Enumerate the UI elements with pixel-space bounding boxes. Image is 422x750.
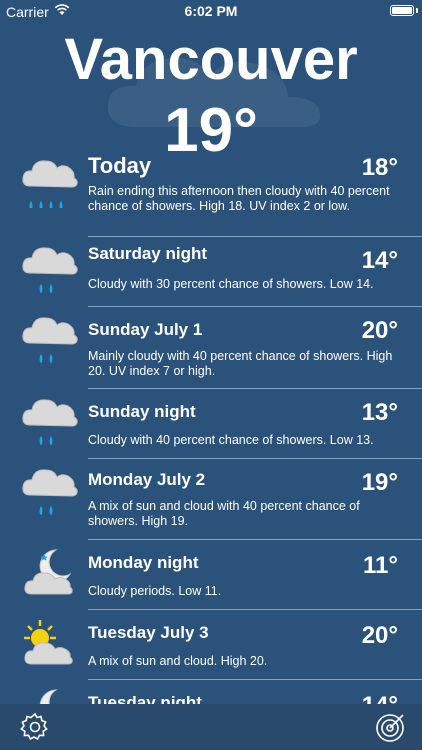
battery-tip [416,8,418,13]
forecast-temperature: 14° [361,247,398,274]
battery-icon [390,5,414,16]
forecast-row-sunday-july-1: Sunday July 1 20° Mainly cloudy with 40 … [22,307,422,389]
forecast-description: Mainly cloudy with 40 percent chance of … [88,349,393,378]
forecast-row-tuesday-july-3: Tuesday July 3 20° A mix of sun and clou… [24,610,422,680]
forecast-temperature: 18° [361,154,398,181]
moon-cloud-icon [24,549,73,595]
forecast-row-monday-july-2: Monday July 2 19° A mix of sun and cloud… [22,459,422,540]
city-name: Vancouver [64,27,358,92]
forecast-description: Cloudy with 30 percent chance of showers… [88,277,374,291]
forecast-description: Cloudy with 40 percent chance of showers… [88,433,374,447]
forecast-description: Rain ending this afternoon then cloudy w… [88,184,390,213]
status-bar: Carrier 6:02 PM [0,0,422,24]
radar-icon[interactable] [374,712,406,744]
forecast-temperature: 20° [361,622,398,649]
showers-cloud-icon [22,399,78,446]
forecast-temperature: 13° [361,399,398,426]
showers-cloud-icon [22,317,78,364]
forecast-temperature: 11° [363,552,398,579]
showers-cloud-icon [22,469,78,516]
forecast-row-sunday-night: Sunday night 13° Cloudy with 40 percent … [22,389,422,459]
gear-icon[interactable] [20,712,50,742]
forecast-list[interactable]: Today 18° Rain ending this afternoon the… [0,150,422,740]
forecast-row-monday-night: Monday night 11° Cloudy periods. Low 11. [24,540,422,610]
clock: 6:02 PM [184,3,238,19]
forecast-description: Cloudy periods. Low 11. [88,584,222,598]
forecast-row-today: Today 18° Rain ending this afternoon the… [22,150,422,237]
sun-cloud-icon [24,620,73,665]
forecast-row-saturday-night: Saturday night 14° Cloudy with 30 percen… [22,237,422,307]
rain-cloud-icon [22,160,78,208]
showers-cloud-icon [22,247,78,294]
bottom-toolbar [0,704,422,750]
forecast-temperature: 19° [361,469,398,496]
forecast-description: A mix of sun and cloud with 40 percent c… [88,499,360,528]
forecast-description: A mix of sun and cloud. High 20. [88,654,268,668]
forecast-temperature: 20° [361,317,398,344]
